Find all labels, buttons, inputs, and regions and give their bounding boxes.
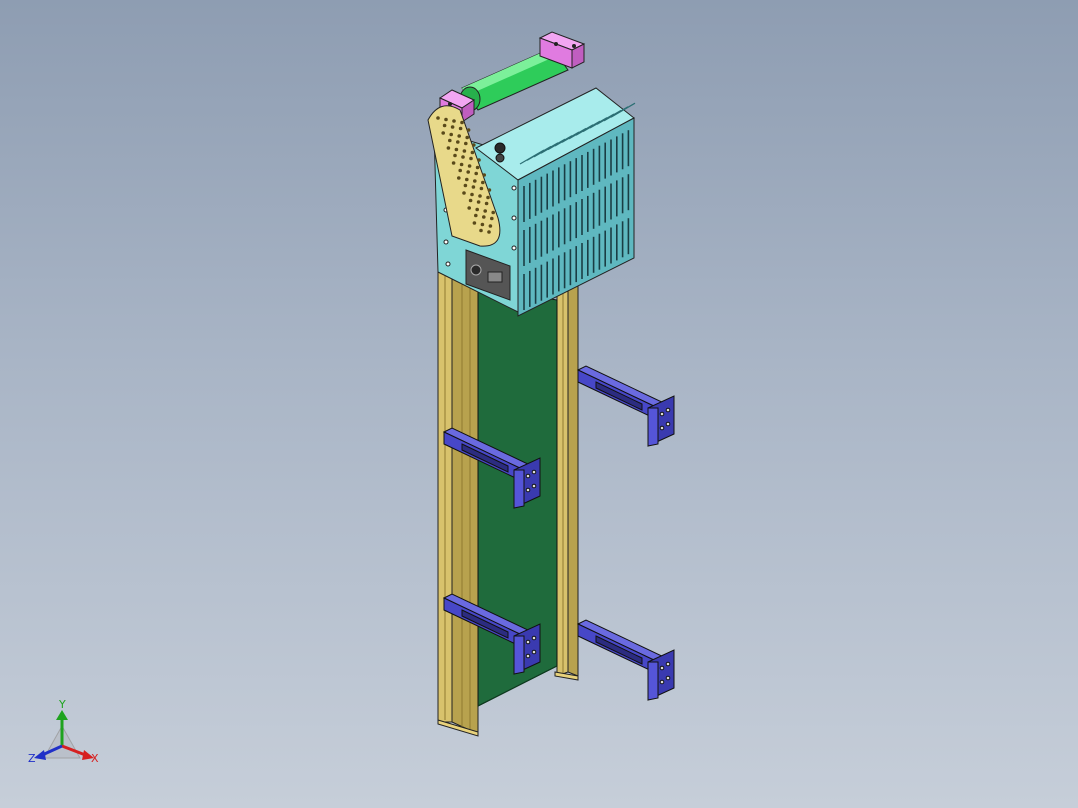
cad-viewport[interactable]: Y X Z [0, 0, 1078, 808]
y-axis-label: Y [58, 698, 66, 711]
x-axis-label: X [91, 752, 99, 765]
mounting-bracket-right-lower[interactable] [576, 619, 675, 701]
mounting-bracket-right-upper[interactable] [576, 365, 675, 447]
cad-model-view[interactable]: Y X Z [0, 0, 1078, 808]
axis-triad: Y X Z [28, 698, 99, 765]
power-knob[interactable] [494, 142, 506, 154]
z-axis-label: Z [28, 752, 36, 765]
